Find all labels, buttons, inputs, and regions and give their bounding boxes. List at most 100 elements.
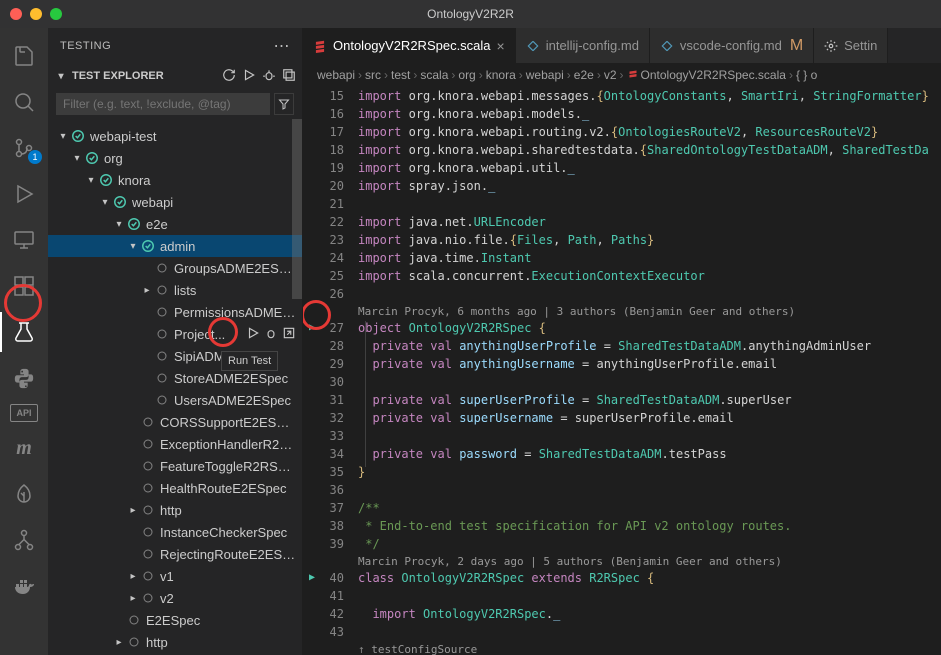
docker-icon[interactable] bbox=[0, 566, 48, 606]
breadcrumb-item[interactable]: knora bbox=[486, 68, 516, 82]
chevron-icon[interactable]: ▸ bbox=[112, 637, 126, 648]
tree-item[interactable]: GroupsADME2ESpec bbox=[48, 257, 302, 279]
search-icon[interactable] bbox=[0, 82, 48, 122]
environment-icon[interactable] bbox=[0, 474, 48, 514]
tree-item[interactable]: ▾e2e bbox=[48, 213, 302, 235]
code-line[interactable] bbox=[358, 623, 941, 641]
code-editor[interactable]: 151617181920212223242526▶272829303132333… bbox=[303, 87, 941, 655]
breadcrumb-item[interactable]: src bbox=[365, 68, 381, 82]
code-line[interactable]: import org.knora.webapi.models._ bbox=[358, 105, 941, 123]
code-line[interactable] bbox=[358, 285, 941, 303]
extensions-icon[interactable] bbox=[0, 266, 48, 306]
tree-item[interactable]: ▸http bbox=[48, 631, 302, 653]
breadcrumb-item[interactable]: { } o bbox=[796, 68, 817, 82]
chevron-icon[interactable]: ▾ bbox=[84, 175, 98, 186]
code-line[interactable]: } bbox=[358, 463, 941, 481]
chevron-icon[interactable]: ▸ bbox=[126, 593, 140, 604]
maximize-window-button[interactable] bbox=[50, 8, 62, 20]
breadcrumb-item[interactable]: webapi bbox=[526, 68, 564, 82]
tree-item[interactable]: ▸lists bbox=[48, 279, 302, 301]
code-line[interactable]: import org.knora.webapi.routing.v2.{Onto… bbox=[358, 123, 941, 141]
refresh-tests-icon[interactable] bbox=[222, 68, 236, 85]
tree-item[interactable]: E2ESpec bbox=[48, 609, 302, 631]
code-line[interactable]: class OntologyV2R2RSpec extends R2RSpec … bbox=[358, 569, 941, 587]
minimize-window-button[interactable] bbox=[30, 8, 42, 20]
testing-icon[interactable] bbox=[0, 312, 48, 352]
code-line[interactable]: object OntologyV2R2RSpec { bbox=[358, 319, 941, 337]
close-window-button[interactable] bbox=[10, 8, 22, 20]
metals-icon[interactable]: m bbox=[0, 428, 48, 468]
debug-test-icon[interactable] bbox=[264, 326, 278, 343]
filter-icon[interactable] bbox=[274, 93, 294, 115]
editor-tab[interactable]: vscode-config.mdM bbox=[650, 28, 814, 63]
chevron-icon[interactable]: ▾ bbox=[98, 197, 112, 208]
breadcrumb-item[interactable]: webapi bbox=[317, 68, 355, 82]
sidebar-more-icon[interactable]: ⋯ bbox=[274, 36, 291, 56]
test-explorer-header[interactable]: ▾ TEST EXPLORER bbox=[48, 63, 302, 89]
code-line[interactable] bbox=[358, 373, 941, 391]
debug-all-tests-icon[interactable] bbox=[262, 68, 276, 85]
remote-explorer-icon[interactable] bbox=[0, 220, 48, 260]
tree-item[interactable]: UsersADME2ESpec bbox=[48, 389, 302, 411]
breadcrumb-item[interactable]: OntologyV2R2RSpec.scala bbox=[627, 68, 786, 82]
code-line[interactable]: import java.nio.file.{Files, Path, Paths… bbox=[358, 231, 941, 249]
chevron-icon[interactable]: ▸ bbox=[140, 285, 154, 296]
breadcrumb-item[interactable]: test bbox=[391, 68, 410, 82]
code-line[interactable]: private val anythingUserProfile = Shared… bbox=[358, 337, 941, 355]
api-icon[interactable]: API bbox=[10, 404, 38, 422]
test-filter-input[interactable] bbox=[56, 93, 270, 115]
breadcrumb-item[interactable]: v2 bbox=[604, 68, 617, 82]
code-line[interactable]: import java.net.URLEncoder bbox=[358, 213, 941, 231]
breadcrumbs[interactable]: webapi›src›test›scala›org›knora›webapi›e… bbox=[303, 63, 941, 87]
breadcrumb-item[interactable]: e2e bbox=[574, 68, 594, 82]
editor-tab[interactable]: Settin bbox=[814, 28, 888, 63]
code-line[interactable]: import java.time.Instant bbox=[358, 249, 941, 267]
tree-item[interactable]: ▾webapi-test bbox=[48, 125, 302, 147]
run-all-tests-icon[interactable] bbox=[242, 68, 256, 85]
code-lens[interactable]: Marcin Procyk, 2 days ago | 5 authors (B… bbox=[358, 553, 941, 569]
source-control-icon[interactable]: 1 bbox=[0, 128, 48, 168]
code-lens[interactable]: ↑ testConfigSource bbox=[358, 641, 941, 655]
code-line[interactable]: import org.knora.webapi.sharedtestdata.{… bbox=[358, 141, 941, 159]
code-content[interactable]: import org.knora.webapi.messages.{Ontolo… bbox=[358, 87, 941, 655]
tree-item[interactable]: RejectingRouteE2ESpec bbox=[48, 543, 302, 565]
tree-item[interactable]: Project... bbox=[48, 323, 302, 345]
tree-scrollbar[interactable] bbox=[292, 119, 302, 655]
code-line[interactable] bbox=[358, 195, 941, 213]
run-debug-icon[interactable] bbox=[0, 174, 48, 214]
editor-tab[interactable]: OntologyV2R2RSpec.scala× bbox=[303, 28, 516, 63]
code-line[interactable]: import org.knora.webapi.messages.{Ontolo… bbox=[358, 87, 941, 105]
code-line[interactable]: * End-to-end test specification for API … bbox=[358, 517, 941, 535]
collapse-all-icon[interactable] bbox=[282, 68, 296, 85]
chevron-icon[interactable]: ▾ bbox=[56, 131, 70, 142]
tree-item[interactable]: ▾admin bbox=[48, 235, 302, 257]
chevron-icon[interactable]: ▾ bbox=[70, 153, 84, 164]
tree-item[interactable]: ▾webapi bbox=[48, 191, 302, 213]
code-line[interactable]: private val anythingUsername = anythingU… bbox=[358, 355, 941, 373]
editor-tab[interactable]: intellij-config.md bbox=[516, 28, 650, 63]
tree-item[interactable]: ▸v1 bbox=[48, 565, 302, 587]
code-line[interactable]: import spray.json._ bbox=[358, 177, 941, 195]
chevron-icon[interactable]: ▾ bbox=[126, 241, 140, 252]
code-line[interactable]: private val superUsername = superUserPro… bbox=[358, 409, 941, 427]
code-line[interactable]: /** bbox=[358, 499, 941, 517]
code-line[interactable]: */ bbox=[358, 535, 941, 553]
tree-item[interactable]: HealthRouteE2ESpec bbox=[48, 477, 302, 499]
tree-item[interactable]: InstanceCheckerSpec bbox=[48, 521, 302, 543]
code-line[interactable] bbox=[358, 587, 941, 605]
code-line[interactable]: import OntologyV2R2RSpec._ bbox=[358, 605, 941, 623]
run-gutter-icon[interactable]: ▶ bbox=[309, 319, 315, 337]
breadcrumb-item[interactable]: org bbox=[458, 68, 475, 82]
run-test-icon[interactable] bbox=[246, 326, 260, 343]
tree-item[interactable]: CORSSupportE2ESpec bbox=[48, 411, 302, 433]
tree-item[interactable]: ExceptionHandlerR2R... bbox=[48, 433, 302, 455]
explorer-icon[interactable] bbox=[0, 36, 48, 76]
tree-item[interactable]: ▾org bbox=[48, 147, 302, 169]
code-line[interactable]: private val password = SharedTestDataADM… bbox=[358, 445, 941, 463]
run-gutter-icon[interactable]: ▶ bbox=[309, 569, 315, 587]
python-icon[interactable] bbox=[0, 358, 48, 398]
tree-item[interactable]: FeatureToggleR2RSpec bbox=[48, 455, 302, 477]
code-lens[interactable]: Marcin Procyk, 6 months ago | 3 authors … bbox=[358, 303, 941, 319]
git-graph-icon[interactable] bbox=[0, 520, 48, 560]
code-line[interactable]: import scala.concurrent.ExecutionContext… bbox=[358, 267, 941, 285]
